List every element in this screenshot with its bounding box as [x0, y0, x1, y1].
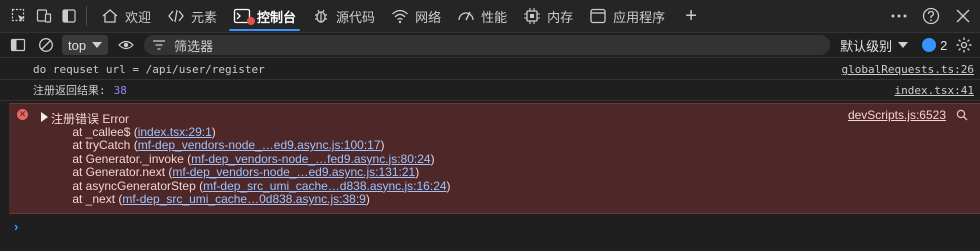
gauge-icon — [458, 11, 474, 21]
tab-label: 网络 — [415, 9, 442, 25]
stack-frame: at Generator.next (mf-dep_vendors-node_…… — [59, 165, 451, 180]
app-icon — [590, 8, 606, 24]
filter-placeholder: 筛选器 — [174, 38, 214, 54]
stack-frame-text: at asyncGeneratorStep ( — [59, 178, 204, 193]
log-message: do requset url = /api/user/register — [33, 62, 265, 76]
stack-frame: at _next (mf-dep_src_umi_cache…0d838.asy… — [59, 191, 451, 206]
issues-counter[interactable]: 2 — [922, 38, 947, 53]
tab-label: 欢迎 — [125, 9, 152, 25]
tab-memory[interactable]: 内存 — [515, 0, 581, 32]
code-icon — [168, 9, 184, 23]
console-error-entry: ✕ 注册错误 Error devScripts.js:6523 at _call… — [9, 103, 980, 214]
stack-frame-link[interactable]: mf-dep_vendors-node_…ed9.async.js:131:21 — [172, 165, 415, 179]
filter-input[interactable]: 筛选器 — [144, 35, 831, 55]
stack-frame-link[interactable]: mf-dep_src_umi_cache…d838.async.js:16:24 — [203, 179, 446, 193]
live-expression-eye-icon[interactable] — [116, 35, 136, 55]
console-prompt[interactable]: › — [14, 219, 18, 234]
tab-welcome[interactable]: 欢迎 — [93, 0, 159, 32]
toolbar-divider — [86, 6, 87, 26]
stack-frame-text: ) — [211, 125, 216, 139]
stack-frame-text: at _next ( — [59, 191, 123, 206]
stack-frame-text: ) — [446, 178, 451, 193]
stack-frame: at Generator._invoke (mf-dep_vendors-nod… — [59, 151, 451, 166]
stack-frame-link[interactable]: mf-dep_vendors-node_…ed9.async.js:100:17 — [138, 138, 381, 152]
stack-frame-text: ) — [430, 151, 435, 166]
stack-frame-text: at _callee$ ( — [59, 125, 138, 139]
dock-side-icon[interactable] — [58, 5, 80, 27]
stack-frame-text: at Generator.next ( — [59, 165, 173, 180]
stack-frame-text: at Generator._invoke ( — [59, 151, 192, 166]
tab-console[interactable]: 控制台 — [225, 0, 304, 32]
search-icon[interactable] — [956, 109, 968, 121]
log-message: 注册返回结果: — [33, 84, 106, 97]
stack-trace: at _callee$ (index.tsx:29:1) at tryCatch… — [59, 125, 451, 206]
context-select[interactable]: top — [62, 35, 109, 55]
tab-label: 应用程序 — [613, 9, 666, 25]
tab-label: 元素 — [191, 9, 218, 25]
error-source-link[interactable]: devScripts.js:6523 — [848, 108, 946, 122]
stack-frame: at asyncGeneratorStep (mf-dep_src_umi_ca… — [59, 178, 451, 193]
sidebar-toggle-icon[interactable] — [8, 35, 28, 55]
log-source-link[interactable]: globalRequests.ts:26 — [842, 63, 974, 76]
bug-icon — [315, 9, 328, 23]
stack-frame-text: ) — [415, 165, 420, 180]
tab-sources[interactable]: 源代码 — [304, 0, 383, 32]
stack-frame-text: ) — [365, 191, 370, 206]
console-log-row: 注册返回结果: 38 index.tsx:41 — [0, 80, 980, 101]
log-number-value: 38 — [113, 83, 127, 97]
log-source-link[interactable]: index.tsx:41 — [895, 84, 974, 97]
chevron-down-icon — [898, 42, 909, 48]
stack-frame-link[interactable]: mf-dep_vendors-node_…fed9.async.js:80:24 — [191, 152, 430, 166]
console-log-row: do requset url = /api/user/register glob… — [0, 59, 980, 80]
stack-frame: at tryCatch (mf-dep_vendors-node_…ed9.as… — [59, 139, 451, 152]
more-options-icon[interactable] — [890, 7, 908, 25]
chevron-down-icon — [92, 42, 103, 48]
home-icon — [102, 9, 118, 23]
devtools-tabbar: 欢迎 元素 控制台 源代码 网络 性能 内存 应用程序 + — [0, 0, 980, 32]
tab-label: 源代码 — [336, 9, 376, 25]
clear-console-icon[interactable] — [36, 35, 56, 55]
context-select-value: top — [68, 37, 87, 53]
console-toolbar: top 筛选器 默认级别 2 — [0, 32, 980, 58]
stack-frame: at _callee$ (index.tsx:29:1) — [59, 125, 451, 139]
tab-elements[interactable]: 元素 — [159, 0, 225, 32]
close-icon[interactable] — [954, 7, 972, 25]
issues-icon — [922, 38, 937, 52]
inspect-element-icon[interactable] — [8, 5, 30, 27]
error-badge-dot — [247, 17, 256, 25]
tab-performance[interactable]: 性能 — [449, 0, 515, 32]
error-icon: ✕ — [17, 109, 28, 120]
tabbar-right-icons — [890, 0, 972, 32]
log-level-label: 默认级别 — [840, 38, 893, 54]
chip-icon — [524, 8, 541, 24]
log-level-select[interactable]: 默认级别 — [840, 36, 909, 55]
tab-label: 内存 — [547, 9, 574, 25]
tab-network[interactable]: 网络 — [383, 0, 449, 32]
wifi-icon — [392, 9, 409, 24]
stack-frame-link[interactable]: index.tsx:29:1 — [138, 125, 212, 139]
add-tab-button[interactable]: + — [681, 5, 701, 28]
settings-gear-icon[interactable] — [955, 36, 973, 54]
help-icon[interactable] — [922, 7, 940, 25]
tab-application[interactable]: 应用程序 — [581, 0, 673, 32]
stack-frame-text: at tryCatch ( — [59, 138, 138, 153]
console-output: do requset url = /api/user/register glob… — [0, 59, 980, 101]
stack-frame-text: ) — [380, 138, 385, 153]
tab-label: 性能 — [481, 9, 508, 25]
stack-frame-link[interactable]: mf-dep_src_umi_cache…0d838.async.js:38:9 — [122, 192, 365, 206]
issues-count: 2 — [940, 37, 948, 53]
expand-triangle-icon[interactable] — [41, 112, 48, 122]
filter-icon — [153, 40, 166, 50]
device-emulation-icon[interactable] — [33, 5, 55, 27]
tab-label: 控制台 — [257, 9, 297, 25]
